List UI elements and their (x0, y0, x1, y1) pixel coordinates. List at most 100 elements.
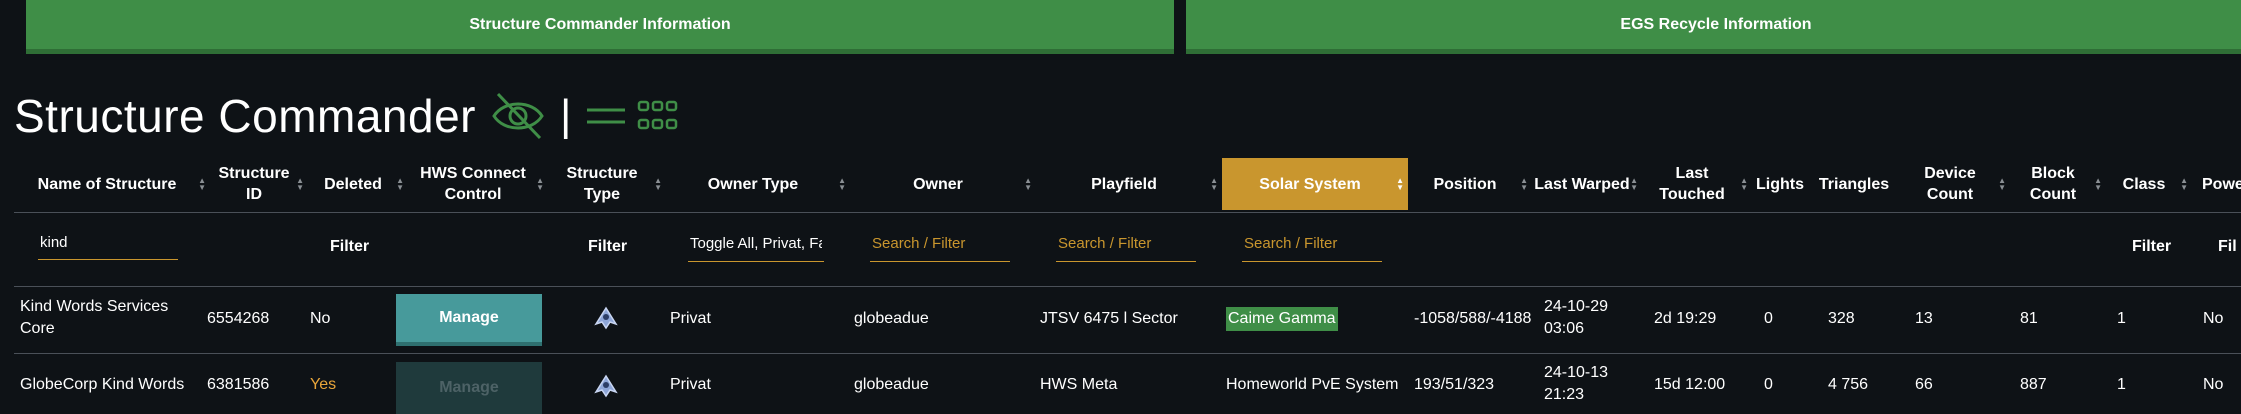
cell-name: Kind Words Services Core (20, 298, 169, 337)
cell-owner: globeadue (854, 376, 929, 393)
col-header-name[interactable]: Name of Structure ▲ ▼ (14, 158, 210, 210)
cell-id: 6381586 (207, 376, 270, 393)
cell-deleted: Yes (310, 376, 337, 393)
row-divider (14, 353, 2241, 354)
cell-solar-system: Homeworld PvE System (1226, 376, 1399, 393)
col-header-label: HWS Connect Control (420, 165, 526, 203)
cell-lights: 0 (1764, 376, 1773, 393)
cell-last-warped: 24-10-13 21:23 (1544, 364, 1609, 403)
col-header-id[interactable]: Structure ID ▲ ▼ (210, 158, 308, 210)
sort-icon: ▲ ▼ (838, 176, 846, 192)
sort-icon: ▲ ▼ (2180, 176, 2188, 192)
sort-icon: ▲ ▼ (536, 176, 544, 192)
cell-last-touched: 2d 19:29 (1654, 310, 1717, 327)
sort-icon: ▲ ▼ (296, 176, 304, 192)
class-filter[interactable]: Filter (2132, 238, 2171, 256)
owner-filter-input[interactable] (870, 226, 1010, 262)
cell-class: 1 (2117, 376, 2126, 393)
col-header-class[interactable]: Class ▲ ▼ (2106, 158, 2192, 210)
col-header-type[interactable]: Structure Type ▲ ▼ (548, 158, 666, 210)
cell-last-touched: 15d 12:00 (1654, 376, 1726, 393)
cell-power: No (2203, 376, 2224, 393)
col-header-solar-system[interactable]: Solar System ▲ ▼ (1222, 158, 1408, 210)
name-filter-input[interactable] (38, 226, 178, 260)
col-header-label: Position (1433, 175, 1497, 193)
cell-last-warped: 24-10-29 03:06 (1544, 298, 1609, 337)
sort-icon: ▲ ▼ (654, 176, 662, 192)
header-separator: | (560, 91, 572, 140)
col-header-label: Last Warped (1534, 175, 1630, 193)
col-header-power[interactable]: Powe (2192, 158, 2241, 210)
owner-type-filter-select[interactable] (688, 226, 824, 262)
sort-icon: ▲ ▼ (396, 176, 404, 192)
col-header-label: Class (2122, 175, 2166, 193)
col-header-label: Block Count (2029, 165, 2077, 203)
cell-block-count: 81 (2020, 310, 2038, 327)
cell-block-count: 887 (2020, 376, 2047, 393)
col-header-last-touched[interactable]: Last Touched ▲ ▼ (1642, 158, 1752, 210)
filter-divider (14, 286, 2241, 287)
col-header-deleted[interactable]: Deleted ▲ ▼ (308, 158, 408, 210)
cell-solar-system: Caime Gamma (1226, 307, 1338, 331)
col-header-last-warped[interactable]: Last Warped ▲ ▼ (1532, 158, 1642, 210)
sort-icon: ▲ ▼ (1998, 176, 2006, 192)
col-header-label: Deleted (324, 175, 382, 193)
sort-icon: ▲ ▼ (1630, 176, 1638, 192)
egs-recycle-info-button[interactable]: EGS Recycle Information (1186, 0, 2241, 54)
col-header-block-count[interactable]: Block Count ▲ ▼ (2010, 158, 2106, 210)
col-header-label: Name of Structure (37, 175, 177, 193)
col-header-label: Last Touched (1659, 165, 1725, 203)
sort-icon: ▲ ▼ (1396, 176, 1404, 192)
cell-lights: 0 (1764, 310, 1773, 327)
playfield-filter-input[interactable] (1056, 226, 1196, 262)
type-filter[interactable]: Filter (588, 238, 627, 256)
sort-icon: ▲ ▼ (1024, 176, 1032, 192)
col-header-label: Powe (2202, 175, 2241, 193)
col-header-owner[interactable]: Owner ▲ ▼ (850, 158, 1036, 210)
col-header-owner-type[interactable]: Owner Type ▲ ▼ (666, 158, 850, 210)
col-header-label: Device Count (1924, 165, 1976, 203)
col-header-label: Playfield (1091, 175, 1157, 193)
spaceship-icon (594, 374, 618, 398)
cell-class: 1 (2117, 310, 2126, 327)
cell-device-count: 66 (1915, 376, 1933, 393)
header-divider (14, 212, 2241, 213)
grid-view-icon[interactable] (637, 99, 679, 133)
manage-button[interactable]: Manage (396, 294, 542, 346)
col-header-label: Solar System (1259, 175, 1361, 193)
cell-id: 6554268 (207, 310, 270, 327)
cell-power: No (2203, 310, 2224, 327)
cell-device-count: 13 (1915, 310, 1933, 327)
col-header-triangles[interactable]: Triangles (1818, 158, 1900, 210)
structure-commander-info-button[interactable]: Structure Commander Information (26, 0, 1174, 54)
col-header-device-count[interactable]: Device Count ▲ ▼ (1900, 158, 2010, 210)
sort-icon: ▲ ▼ (1740, 176, 1748, 192)
power-filter[interactable]: Fil (2218, 238, 2237, 256)
col-header-lights[interactable]: Lights (1752, 158, 1818, 210)
col-header-label: Owner (913, 175, 963, 193)
cell-playfield: HWS Meta (1040, 376, 1118, 393)
col-header-hws[interactable]: HWS Connect Control ▲ ▼ (408, 158, 548, 210)
col-header-label: Lights (1756, 175, 1804, 193)
cell-playfield: JTSV 6475 l Sector (1040, 310, 1178, 327)
cell-owner-type: Privat (670, 310, 711, 327)
eye-off-icon[interactable] (490, 90, 546, 142)
deleted-filter[interactable]: Filter (330, 238, 369, 256)
sort-icon: ▲ ▼ (198, 176, 206, 192)
cell-owner-type: Privat (670, 376, 711, 393)
sort-icon: ▲ ▼ (2094, 176, 2102, 192)
manage-button[interactable]: Manage (396, 362, 542, 414)
col-header-label: Owner Type (707, 175, 799, 193)
page-header: Structure Commander | (14, 84, 679, 148)
solar-system-filter-input[interactable] (1242, 226, 1382, 262)
cell-triangles: 328 (1828, 310, 1855, 327)
cell-triangles: 4 756 (1828, 376, 1869, 393)
list-view-icon[interactable] (585, 101, 627, 131)
col-header-position[interactable]: Position ▲ ▼ (1408, 158, 1532, 210)
cell-owner: globeadue (854, 310, 929, 327)
cell-position: -1058/588/-4188 (1414, 310, 1532, 327)
col-header-label: Triangles (1818, 175, 1890, 193)
cell-name: GlobeCorp Kind Words (20, 376, 185, 393)
col-header-playfield[interactable]: Playfield ▲ ▼ (1036, 158, 1222, 210)
sort-icon: ▲ ▼ (1210, 176, 1218, 192)
